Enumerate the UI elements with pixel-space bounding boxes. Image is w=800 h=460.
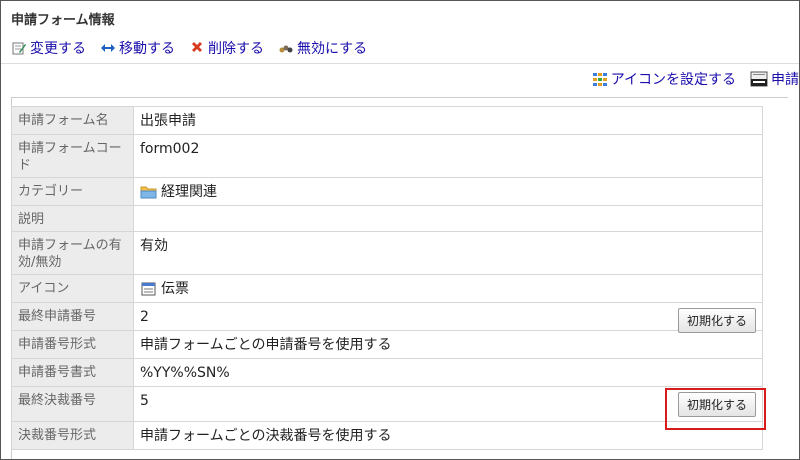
delete-x-icon xyxy=(189,40,205,56)
form-code-value: form002 xyxy=(133,134,763,178)
slip-icon xyxy=(140,281,158,297)
folder-icon xyxy=(140,185,158,199)
form-info-table: 申請フォーム名 出張申請 申請フォームコード form002 カテゴリー 経理関… xyxy=(11,106,763,450)
form-id-label: 申請 xyxy=(771,72,799,88)
set-icon-link[interactable]: アイコンを設定する xyxy=(592,69,736,89)
table-row: 申請フォーム名 出張申請 xyxy=(11,106,763,135)
table-row: 説明 xyxy=(11,205,763,232)
delete-link[interactable]: 削除する xyxy=(189,38,264,58)
table-row: 最終申請番号 2 初期化する xyxy=(11,302,763,333)
description-value xyxy=(133,205,763,232)
header-divider xyxy=(1,63,799,64)
row-label: 申請フォームの有効/無効 xyxy=(11,231,134,275)
edit-label: 変更する xyxy=(30,41,86,57)
action-toolbar: 変更する 移動する 削除する 無効にする xyxy=(11,38,367,58)
last-application-cell: 2 初期化する xyxy=(133,302,763,333)
row-label: 申請フォームコード xyxy=(11,134,134,178)
row-label: カテゴリー xyxy=(11,177,134,206)
application-number-pattern: %YY%%SN% xyxy=(133,358,763,387)
move-arrows-icon xyxy=(100,40,116,56)
row-label: 申請番号書式 xyxy=(11,358,134,387)
delete-label: 削除する xyxy=(208,41,264,57)
table-row: 申請番号形式 申請フォームごとの申請番号を使用する xyxy=(11,330,763,359)
row-label: 最終申請番号 xyxy=(11,302,134,331)
last-application-number: 2 xyxy=(140,309,149,325)
row-label: 申請番号形式 xyxy=(11,330,134,359)
icon-value: 伝票 xyxy=(161,281,189,297)
page-title: 申請フォーム情報 xyxy=(11,13,115,28)
last-approval-number: 5 xyxy=(140,393,149,409)
icon-grid-icon xyxy=(592,72,608,86)
application-number-format: 申請フォームごとの申請番号を使用する xyxy=(133,330,763,359)
table-row: 申請番号書式 %YY%%SN% xyxy=(11,358,763,387)
form-id-link[interactable]: 申請 xyxy=(750,69,799,89)
row-label: 説明 xyxy=(11,205,134,232)
icon-cell: 伝票 xyxy=(133,274,763,303)
disable-label: 無効にする xyxy=(297,41,368,57)
table-row: 申請フォームコード form002 xyxy=(11,134,763,178)
form-id-icon xyxy=(750,71,768,87)
form-name-value: 出張申請 xyxy=(133,106,763,135)
category-cell: 経理関連 xyxy=(133,177,763,206)
edit-link[interactable]: 変更する xyxy=(11,38,86,58)
table-row: 申請フォームの有効/無効 有効 xyxy=(11,231,763,275)
table-row: 最終決裁番号 5 初期化する xyxy=(11,386,763,422)
disable-link[interactable]: 無効にする xyxy=(278,38,367,58)
row-label: 決裁番号形式 xyxy=(11,421,134,450)
move-link[interactable]: 移動する xyxy=(100,38,175,58)
row-label: 最終決裁番号 xyxy=(11,386,134,422)
table-row: 決裁番号形式 申請フォームごとの決裁番号を使用する xyxy=(11,421,763,450)
move-label: 移動する xyxy=(119,41,175,57)
window-frame: 申請フォーム情報 変更する 移動する 削除する 無効にする アイコンを設定する … xyxy=(0,0,800,460)
table-row: アイコン 伝票 xyxy=(11,274,763,303)
edit-note-icon xyxy=(11,40,27,56)
disable-icon xyxy=(278,40,294,56)
set-icon-label: アイコンを設定する xyxy=(610,72,736,88)
reset-application-number-button[interactable]: 初期化する xyxy=(677,308,756,333)
table-row: カテゴリー 経理関連 xyxy=(11,177,763,206)
row-label: アイコン xyxy=(11,274,134,303)
category-value: 経理関連 xyxy=(161,184,217,200)
highlight-box xyxy=(665,388,766,430)
row-label: 申請フォーム名 xyxy=(11,106,134,135)
right-toolbar: アイコンを設定する 申請 xyxy=(578,69,799,89)
enabled-status: 有効 xyxy=(133,231,763,275)
